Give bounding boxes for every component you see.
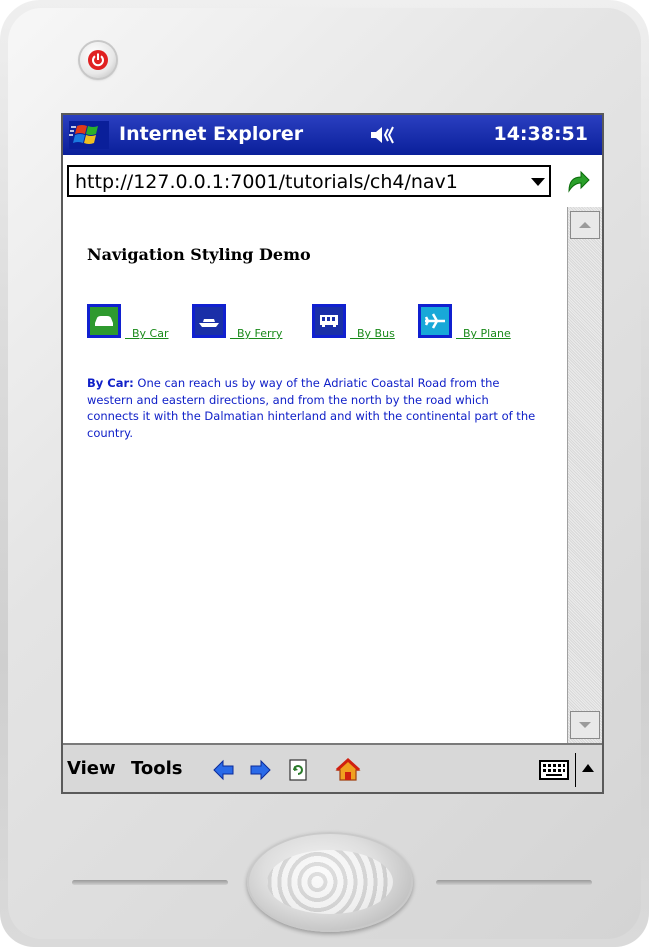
description-label: By Car: — [87, 376, 134, 390]
hardware-right-groove — [436, 880, 592, 885]
tools-menu[interactable]: Tools — [131, 758, 183, 779]
address-bar-row: http://127.0.0.1:7001/tutorials/ch4/nav1 — [63, 155, 602, 207]
nav-link-label: By Ferry — [237, 327, 283, 340]
nav-link-label: By Car — [132, 327, 169, 340]
bottom-toolbar: View Tools — [63, 743, 602, 792]
go-arrow-icon[interactable] — [563, 167, 591, 195]
keyboard-icon[interactable] — [539, 759, 569, 781]
input-panel-arrow-icon[interactable] — [582, 764, 594, 772]
description-paragraph: By Car: One can reach us by way of the A… — [87, 375, 537, 441]
address-url: http://127.0.0.1:7001/tutorials/ch4/nav1 — [75, 171, 458, 193]
navigation-pad-button[interactable] — [247, 832, 413, 932]
plane-icon — [418, 304, 452, 338]
app-title: Internet Explorer — [119, 123, 304, 145]
pocketpc-device: Internet Explorer 14:38:51 http://127.0.… — [0, 0, 649, 947]
vertical-scrollbar[interactable] — [567, 207, 602, 743]
device-screen: Internet Explorer 14:38:51 http://127.0.… — [61, 113, 604, 794]
volume-speaker-icon[interactable] — [369, 124, 401, 146]
car-icon — [87, 304, 121, 338]
hardware-left-groove — [72, 880, 228, 885]
scroll-down-arrow-icon — [579, 722, 591, 728]
home-icon[interactable] — [335, 757, 361, 783]
back-arrow-icon[interactable] — [211, 757, 237, 783]
power-button[interactable] — [80, 42, 116, 78]
forward-arrow-icon[interactable] — [247, 757, 273, 783]
toolbar-divider — [575, 753, 576, 787]
scroll-up-arrow-icon — [579, 222, 591, 228]
address-dropdown-icon[interactable] — [531, 178, 545, 186]
nav-link-label: By Plane — [463, 327, 511, 340]
start-menu-windows-flag-icon[interactable] — [69, 121, 109, 149]
refresh-icon[interactable] — [285, 757, 311, 783]
nav-link-label: By Bus — [357, 327, 395, 340]
scroll-up-button[interactable] — [570, 211, 600, 239]
power-icon — [88, 50, 108, 70]
page-title: Navigation Styling Demo — [87, 245, 311, 264]
ferry-icon — [192, 304, 226, 338]
clock[interactable]: 14:38:51 — [493, 123, 588, 145]
title-bar: Internet Explorer 14:38:51 — [63, 115, 602, 155]
address-input[interactable]: http://127.0.0.1:7001/tutorials/ch4/nav1 — [67, 165, 551, 197]
bus-icon — [312, 304, 346, 338]
view-menu[interactable]: View — [67, 758, 116, 779]
scroll-down-button[interactable] — [570, 711, 600, 739]
web-page-content: Navigation Styling Demo By Car By Ferry — [63, 207, 567, 743]
description-text: One can reach us by way of the Adriatic … — [87, 376, 536, 440]
